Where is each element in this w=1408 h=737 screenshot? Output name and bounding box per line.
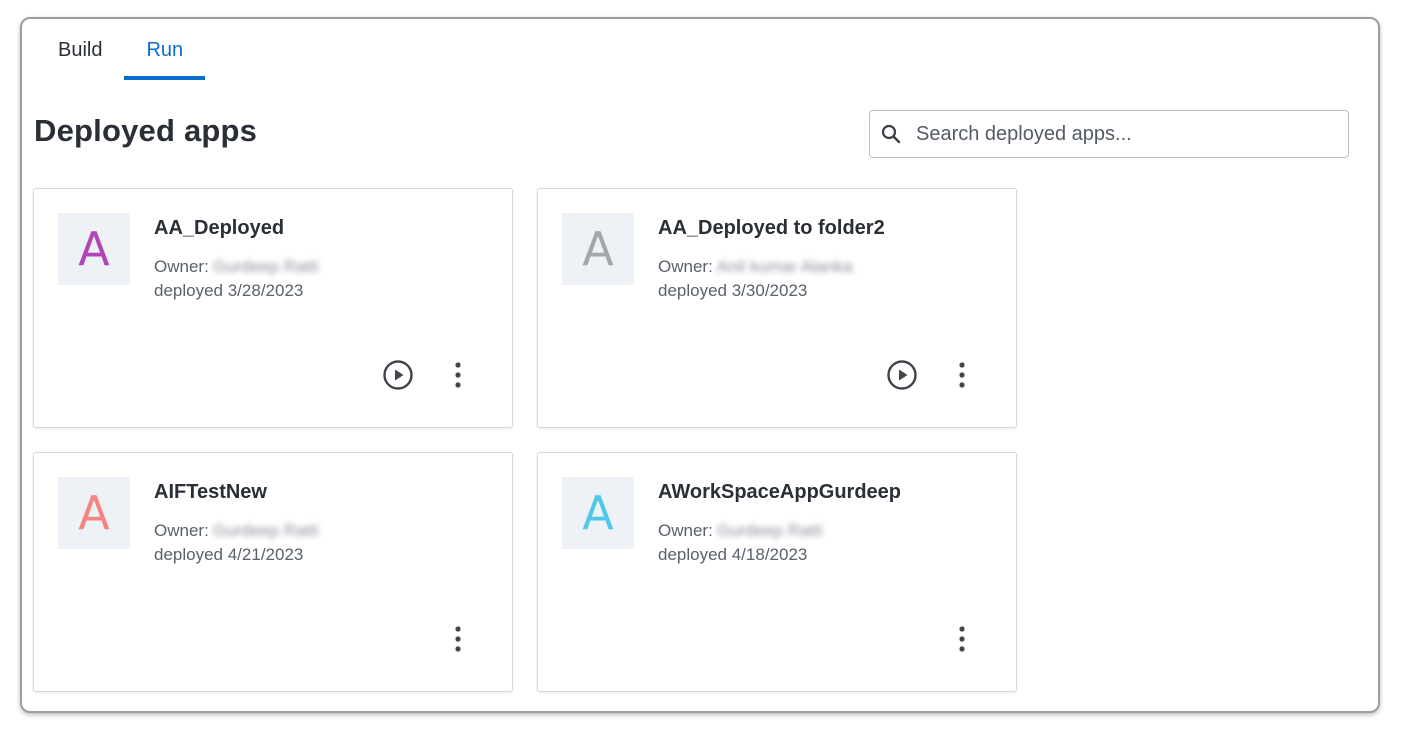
owner-label: Owner: [154, 257, 209, 276]
app-card[interactable]: A AA_Deployed to folder2 Owner: Anil kuma… [537, 188, 1017, 428]
play-circle-icon [887, 360, 917, 390]
page-title: Deployed apps [34, 113, 258, 148]
app-owner: Owner: Gurdeep Ratti [154, 521, 319, 541]
app-avatar: A [562, 213, 634, 285]
app-name[interactable]: AWorkSpaceAppGurdeep [658, 481, 901, 504]
app-deployed-date: deployed 4/18/2023 [658, 545, 808, 564]
app-avatar: A [562, 477, 634, 549]
search-input[interactable] [916, 122, 1316, 146]
tab-run[interactable]: Run [124, 36, 205, 80]
more-options-button[interactable] [446, 623, 470, 655]
more-options-button[interactable] [950, 623, 974, 655]
more-vertical-icon [959, 626, 965, 652]
more-vertical-icon [455, 362, 461, 388]
owner-label: Owner: [154, 521, 209, 540]
more-options-button[interactable] [950, 359, 974, 391]
owner-name: Gurdeep Ratti [212, 521, 319, 540]
app-card[interactable]: A AIFTestNew Owner: Gurdeep Ratti deploye… [33, 452, 513, 692]
owner-label: Owner: [658, 257, 713, 276]
app-avatar: A [58, 213, 130, 285]
app-name[interactable]: AA_Deployed [154, 217, 284, 240]
app-avatar: A [58, 477, 130, 549]
app-deployed-date: deployed 3/28/2023 [154, 281, 304, 300]
app-card[interactable]: A AA_Deployed Owner: Gurdeep Ratti deploy… [33, 188, 513, 428]
play-circle-icon [383, 360, 413, 390]
run-button[interactable] [886, 359, 918, 391]
app-owner: Owner: Anil kumar Alanka [658, 257, 853, 277]
run-button[interactable] [382, 359, 414, 391]
search-box[interactable] [869, 110, 1349, 158]
owner-name: Gurdeep Ratti [212, 257, 319, 276]
owner-name: Anil kumar Alanka [716, 257, 853, 276]
app-name[interactable]: AA_Deployed to folder2 [658, 217, 885, 240]
app-card[interactable]: A AWorkSpaceAppGurdeep Owner: Gurdeep Rat… [537, 452, 1017, 692]
tab-bar: Build Run [36, 36, 205, 80]
app-owner: Owner: Gurdeep Ratti [154, 257, 319, 277]
app-owner: Owner: Gurdeep Ratti [658, 521, 823, 541]
owner-label: Owner: [658, 521, 713, 540]
more-options-button[interactable] [446, 359, 470, 391]
app-deployed-date: deployed 3/30/2023 [658, 281, 808, 300]
tab-build[interactable]: Build [36, 36, 124, 80]
app-name[interactable]: AIFTestNew [154, 481, 267, 504]
more-vertical-icon [455, 626, 461, 652]
more-vertical-icon [959, 362, 965, 388]
app-deployed-date: deployed 4/21/2023 [154, 545, 304, 564]
owner-name: Gurdeep Ratti [716, 521, 823, 540]
search-icon [880, 123, 902, 145]
